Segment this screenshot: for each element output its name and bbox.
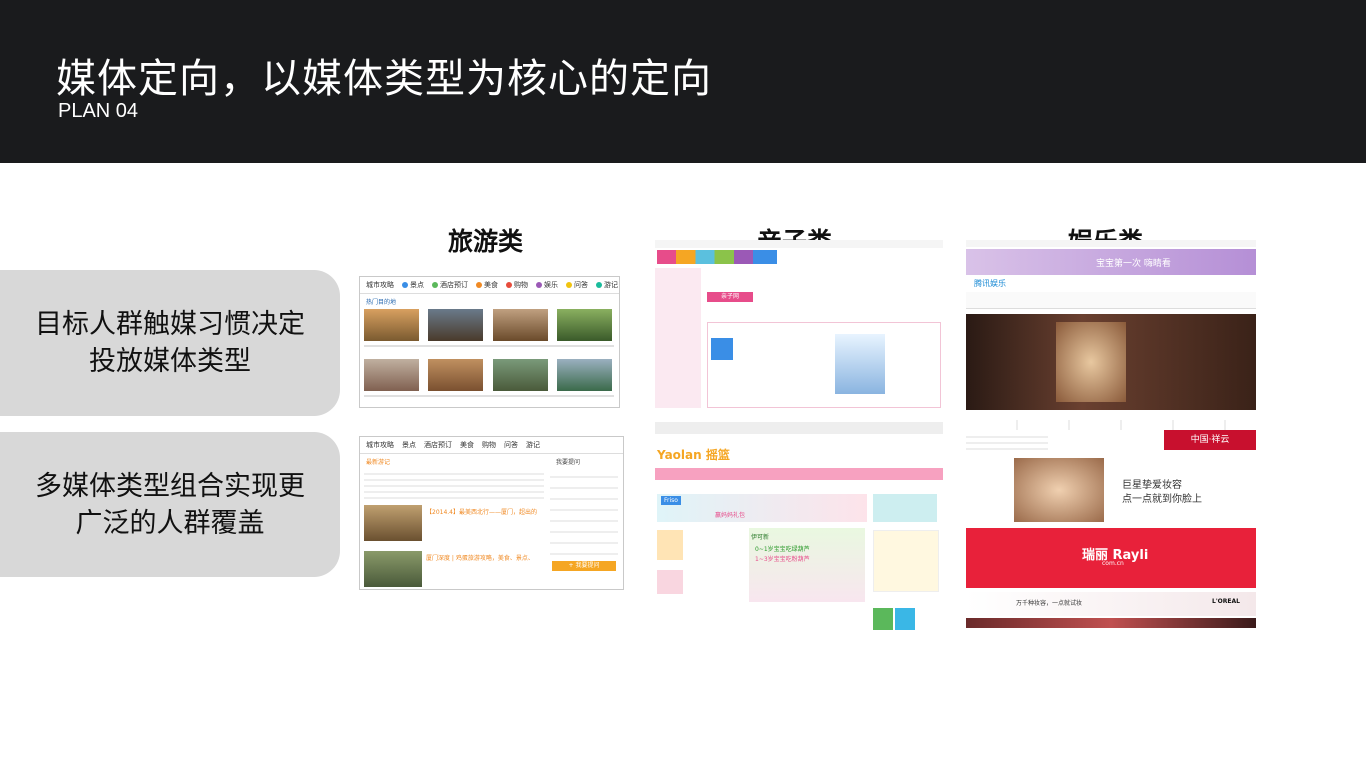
friso-brand: Friso xyxy=(661,496,681,505)
travel-nav-2: 城市攻略 景点 酒店预订 美食 购物 问答 游记 xyxy=(360,437,623,454)
article-title-1: 【2014.4】最美西北行——厦门，超出的 xyxy=(426,509,537,516)
thumb-photo xyxy=(557,359,612,391)
hero-photo xyxy=(1056,322,1126,402)
banner-text: 宝宝第一次 嗨睛看 xyxy=(1096,259,1171,269)
article-photo xyxy=(364,505,422,541)
friso-promo: 赢妈妈礼包 xyxy=(715,512,746,519)
news-list xyxy=(966,432,1048,450)
pill-media-habit: 目标人群触媒习惯决定投放媒体类型 xyxy=(0,270,340,416)
thumb-photo xyxy=(493,309,548,341)
sidebar-list xyxy=(550,467,618,557)
separator-bar xyxy=(655,422,943,434)
thumb-photo xyxy=(428,359,483,391)
nav-item: 问答 xyxy=(504,441,518,449)
promo-pink: 1~3岁宝宝吃粉葫芦 xyxy=(755,556,810,563)
thumb-photo xyxy=(364,359,419,391)
bottom-strip xyxy=(966,618,1256,628)
ad-line-2: 点一点就到你脸上 xyxy=(1122,494,1202,505)
side-panel xyxy=(873,530,939,592)
article-title-2: 厦门深度 | 鸡蛋旅游攻略，美食、景点、 xyxy=(426,555,534,562)
faces-collage xyxy=(1014,458,1104,522)
slogan: 万千种妆容，一点就试妆 xyxy=(1016,600,1083,607)
nav-item: 购物 xyxy=(482,441,496,449)
share-icon[interactable] xyxy=(895,608,915,630)
nav-item: 美食 xyxy=(476,280,498,290)
yaolan-logo: Yaolan 摇篮 xyxy=(657,448,730,462)
article-photo xyxy=(364,551,422,587)
header-bar: 媒体定向，以媒体类型为核心的定向 PLAN 04 xyxy=(0,0,1366,163)
thumb-strip xyxy=(966,420,1256,430)
feature-badge: 中国·祥云 xyxy=(1164,430,1256,450)
nav-item: 问答 xyxy=(566,280,588,290)
nav-item: 酒店预订 xyxy=(424,441,452,449)
tencent-logo: 腾讯娱乐 xyxy=(974,279,1006,288)
section-title-2: 最新游记 xyxy=(366,459,391,466)
divider xyxy=(364,345,614,347)
color-nav xyxy=(657,250,777,264)
ad-line-1: 巨星挚爱妆容 xyxy=(1122,480,1182,491)
thumb-photo xyxy=(364,309,419,341)
category-travel: 旅游类 xyxy=(448,227,524,256)
pill-text-2: 多媒体类型组合实现更广泛的人群覆盖 xyxy=(35,470,305,539)
nav-item: 城市攻略 xyxy=(366,281,394,289)
loreal-logo: L'OREAL xyxy=(1212,598,1240,605)
rayli-url: com.cn xyxy=(1102,560,1124,567)
page-subtitle: PLAN 04 xyxy=(58,100,139,122)
nav-item: 城市攻略 xyxy=(366,441,394,449)
pill-text-1: 目标人群触媒习惯决定投放媒体类型 xyxy=(35,309,305,377)
divider xyxy=(364,395,614,397)
page-title: 媒体定向，以媒体类型为核心的定向 xyxy=(56,56,712,102)
product-image xyxy=(835,334,885,394)
side-ad xyxy=(873,494,937,522)
travel-screenshot-2: 城市攻略 景点 酒店预订 美食 购物 问答 游记 最新游记 我要提问 【2014… xyxy=(359,436,624,590)
nav-item: 美食 xyxy=(460,441,474,449)
thumb-photo xyxy=(493,359,548,391)
nav-item: 酒店预订 xyxy=(432,280,468,290)
nav-item: 游记 xyxy=(526,441,540,449)
ask-box: 我要提问 xyxy=(556,459,581,466)
pill-multi-media: 多媒体类型组合实现更广泛的人群覆盖 xyxy=(0,432,340,577)
thumb-photo xyxy=(428,309,483,341)
promo-green: 0~1岁宝宝吃绿葫芦 xyxy=(755,546,810,553)
yikexin-brand: 伊可新 xyxy=(751,534,770,541)
promo-tag: 亲子网 xyxy=(707,292,753,302)
cartoon-image xyxy=(657,570,683,594)
nav-item: 游记 xyxy=(596,280,618,290)
friso-banner xyxy=(657,494,867,522)
pink-nav xyxy=(655,468,943,480)
channel-nav xyxy=(966,292,1256,309)
wechat-icon[interactable] xyxy=(873,608,893,630)
thumb-photo xyxy=(557,309,612,341)
avatar xyxy=(711,338,733,360)
parenting-screenshot: 亲子网 Yaolan 摇篮 Friso 赢妈妈礼包 伊可新 0~1岁宝宝吃绿葫芦… xyxy=(655,240,943,630)
nav-item: 娱乐 xyxy=(536,280,558,290)
top-bar xyxy=(966,240,1256,247)
travel-screenshot-1: 城市攻略 景点 酒店预订 美食 购物 娱乐 问答 游记 热门目的地 xyxy=(359,276,620,408)
nav-item: 景点 xyxy=(402,280,424,290)
table-lines xyxy=(364,469,544,499)
top-bar xyxy=(655,240,943,248)
section-title: 热门目的地 xyxy=(366,299,397,306)
entertainment-screenshot: 宝宝第一次 嗨睛看 腾讯娱乐 中国·祥云 巨星挚爱妆容 点一点就到你脸上 瑞丽 … xyxy=(966,240,1256,628)
nav-item: 购物 xyxy=(506,280,528,290)
nav-item: 景点 xyxy=(402,441,416,449)
ask-button[interactable]: + 我要提问 xyxy=(552,561,616,571)
cartoon-image xyxy=(657,530,683,560)
left-menu xyxy=(655,268,701,408)
travel-nav: 城市攻略 景点 酒店预订 美食 购物 娱乐 问答 游记 xyxy=(360,277,619,294)
feature-box xyxy=(707,322,941,408)
